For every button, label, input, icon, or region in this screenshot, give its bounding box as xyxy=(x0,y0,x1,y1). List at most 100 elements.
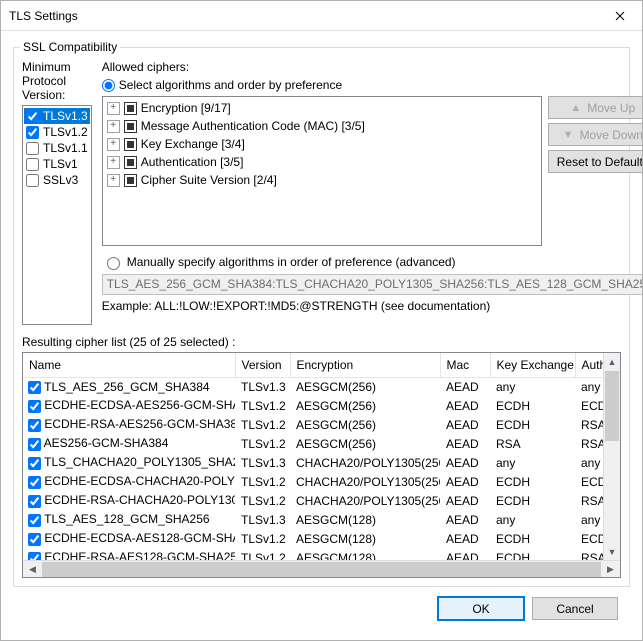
expand-icon[interactable]: + xyxy=(107,102,120,115)
tree-item[interactable]: + Encryption [9/17] xyxy=(105,99,539,117)
row-checkbox[interactable] xyxy=(28,438,41,451)
protocol-item-label: SSLv3 xyxy=(43,173,78,187)
radio-select-input[interactable] xyxy=(102,79,115,92)
row-checkbox[interactable] xyxy=(28,514,41,527)
radio-manual-mode[interactable]: Manually specify algorithms in order of … xyxy=(102,254,642,270)
row-checkbox[interactable] xyxy=(28,552,41,560)
cell-auth: RSA xyxy=(575,491,603,510)
table-row[interactable]: ECDHE-ECDSA-CHACHA20-POLY1305TLSv1.2CHAC… xyxy=(23,472,603,491)
move-down-label: Move Down xyxy=(580,128,642,142)
cell-version: TLSv1.2 xyxy=(235,434,290,453)
cell-name: ECDHE-ECDSA-CHACHA20-POLY1305 xyxy=(41,474,235,488)
ssl-compat-group: SSL Compatibility Minimum Protocol Versi… xyxy=(13,47,630,587)
tree-item[interactable]: +Message Authentication Code (MAC) [3/5] xyxy=(105,117,539,135)
manual-cipher-input[interactable]: TLS_AES_256_GCM_SHA384:TLS_CHACHA20_POLY… xyxy=(102,274,642,295)
cell-encryption: CHACHA20/POLY1305(256) xyxy=(290,472,440,491)
row-checkbox[interactable] xyxy=(28,381,41,394)
expand-icon[interactable]: + xyxy=(107,174,120,187)
horizontal-scrollbar[interactable]: ◀ ▶ xyxy=(23,560,620,577)
cell-version: TLSv1.2 xyxy=(235,415,290,434)
vertical-scrollbar[interactable]: ▲ ▼ xyxy=(603,353,620,560)
cell-keyx: ECDH xyxy=(490,472,575,491)
protocol-checkbox[interactable] xyxy=(26,174,39,187)
table-row[interactable]: ECDHE-RSA-CHACHA20-POLY1305TLSv1.2CHACHA… xyxy=(23,491,603,510)
expand-icon[interactable]: + xyxy=(107,156,120,169)
tree-item[interactable]: +Key Exchange [3/4] xyxy=(105,135,539,153)
table-row[interactable]: TLS_AES_256_GCM_SHA384TLSv1.3AESGCM(256)… xyxy=(23,377,603,396)
row-checkbox[interactable] xyxy=(28,419,41,432)
col-mac[interactable]: Mac xyxy=(440,353,490,377)
row-checkbox[interactable] xyxy=(28,533,41,546)
cell-mac: AEAD xyxy=(440,491,490,510)
protocol-item[interactable]: TLSv1.2 xyxy=(24,124,90,140)
col-keyx[interactable]: Key Exchange xyxy=(490,353,575,377)
row-checkbox[interactable] xyxy=(28,457,41,470)
ok-button[interactable]: OK xyxy=(438,597,524,620)
titlebar: TLS Settings xyxy=(1,1,642,31)
cell-encryption: AESGCM(128) xyxy=(290,510,440,529)
protocol-item[interactable]: TLSv1 xyxy=(24,156,90,172)
cell-encryption: CHACHA20/POLY1305(256) xyxy=(290,491,440,510)
scroll-thumb[interactable] xyxy=(605,371,619,441)
tristate-checkbox[interactable] xyxy=(124,120,137,133)
col-name[interactable]: Name xyxy=(23,353,235,377)
cancel-button[interactable]: Cancel xyxy=(532,597,618,620)
table-row[interactable]: ECDHE-ECDSA-AES128-GCM-SHA256TLSv1.2AESG… xyxy=(23,529,603,548)
table-body: TLS_AES_256_GCM_SHA384TLSv1.3AESGCM(256)… xyxy=(23,377,603,560)
cell-version: TLSv1.2 xyxy=(235,491,290,510)
protocol-checkbox[interactable] xyxy=(26,110,39,123)
expand-icon[interactable]: + xyxy=(107,120,120,133)
protocol-item-label: TLSv1.3 xyxy=(43,109,88,123)
table-row[interactable]: ECDHE-RSA-AES128-GCM-SHA256TLSv1.2AESGCM… xyxy=(23,548,603,560)
reset-defaults-button[interactable]: Reset to Defaults xyxy=(548,150,642,173)
protocol-checkbox[interactable] xyxy=(26,142,39,155)
col-auth[interactable]: Auth xyxy=(575,353,603,377)
cipher-tree[interactable]: + Encryption [9/17] +Message Authenticatio… xyxy=(102,96,542,246)
result-label: Resulting cipher list (25 of 25 selected… xyxy=(22,335,621,349)
hscroll-thumb[interactable] xyxy=(42,562,601,577)
table-header-row: Name Version Encryption Mac Key Exchange… xyxy=(23,353,603,377)
radio-manual-input[interactable] xyxy=(107,257,120,270)
row-checkbox[interactable] xyxy=(28,400,41,413)
protocol-checkbox[interactable] xyxy=(26,158,39,171)
col-encryption[interactable]: Encryption xyxy=(290,353,440,377)
table-row[interactable]: ECDHE-RSA-AES256-GCM-SHA384TLSv1.2AESGCM… xyxy=(23,415,603,434)
tree-item[interactable]: +Cipher Suite Version [2/4] xyxy=(105,171,539,189)
cell-encryption: AESGCM(128) xyxy=(290,529,440,548)
tristate-checkbox[interactable] xyxy=(124,102,137,115)
arrow-down-icon: ▼ xyxy=(563,129,574,141)
move-up-label: Move Up xyxy=(587,101,635,115)
protocol-item[interactable]: SSLv3 xyxy=(24,172,90,188)
scroll-down-icon: ▼ xyxy=(604,543,620,560)
tree-item-label: Encryption [9/17] xyxy=(141,101,231,115)
cipher-table[interactable]: Name Version Encryption Mac Key Exchange… xyxy=(23,353,603,560)
scroll-up-icon: ▲ xyxy=(604,353,620,370)
tristate-checkbox[interactable] xyxy=(124,174,137,187)
table-row[interactable]: AES256-GCM-SHA384TLSv1.2AESGCM(256)AEADR… xyxy=(23,434,603,453)
cell-keyx: any xyxy=(490,377,575,396)
protocol-checkbox[interactable] xyxy=(26,126,39,139)
col-version[interactable]: Version xyxy=(235,353,290,377)
row-checkbox[interactable] xyxy=(28,476,41,489)
table-row[interactable]: TLS_AES_128_GCM_SHA256TLSv1.3AESGCM(128)… xyxy=(23,510,603,529)
tree-item[interactable]: +Authentication [3/5] xyxy=(105,153,539,171)
close-button[interactable] xyxy=(597,1,642,30)
row-checkbox[interactable] xyxy=(28,495,41,508)
arrow-up-icon: ▲ xyxy=(570,102,581,114)
table-row[interactable]: TLS_CHACHA20_POLY1305_SHA256TLSv1.3CHACH… xyxy=(23,453,603,472)
protocol-item[interactable]: TLSv1.3 xyxy=(24,108,90,124)
table-row[interactable]: ECDHE-ECDSA-AES256-GCM-SHA384TLSv1.2AESG… xyxy=(23,396,603,415)
move-up-button[interactable]: ▲ Move Up xyxy=(548,96,642,119)
tristate-checkbox[interactable] xyxy=(124,138,137,151)
move-down-button[interactable]: ▼ Move Down xyxy=(548,123,642,146)
cell-mac: AEAD xyxy=(440,453,490,472)
cell-keyx: ECDH xyxy=(490,396,575,415)
protocol-list[interactable]: TLSv1.3TLSv1.2TLSv1.1TLSv1SSLv3 xyxy=(22,105,92,325)
protocol-item[interactable]: TLSv1.1 xyxy=(24,140,90,156)
ciphers-column: Allowed ciphers: Select algorithms and o… xyxy=(102,60,642,325)
close-icon xyxy=(615,11,625,21)
radio-select-mode[interactable]: Select algorithms and order by preferenc… xyxy=(102,78,642,92)
cell-version: TLSv1.3 xyxy=(235,453,290,472)
tristate-checkbox[interactable] xyxy=(124,156,137,169)
expand-icon[interactable]: + xyxy=(107,138,120,151)
